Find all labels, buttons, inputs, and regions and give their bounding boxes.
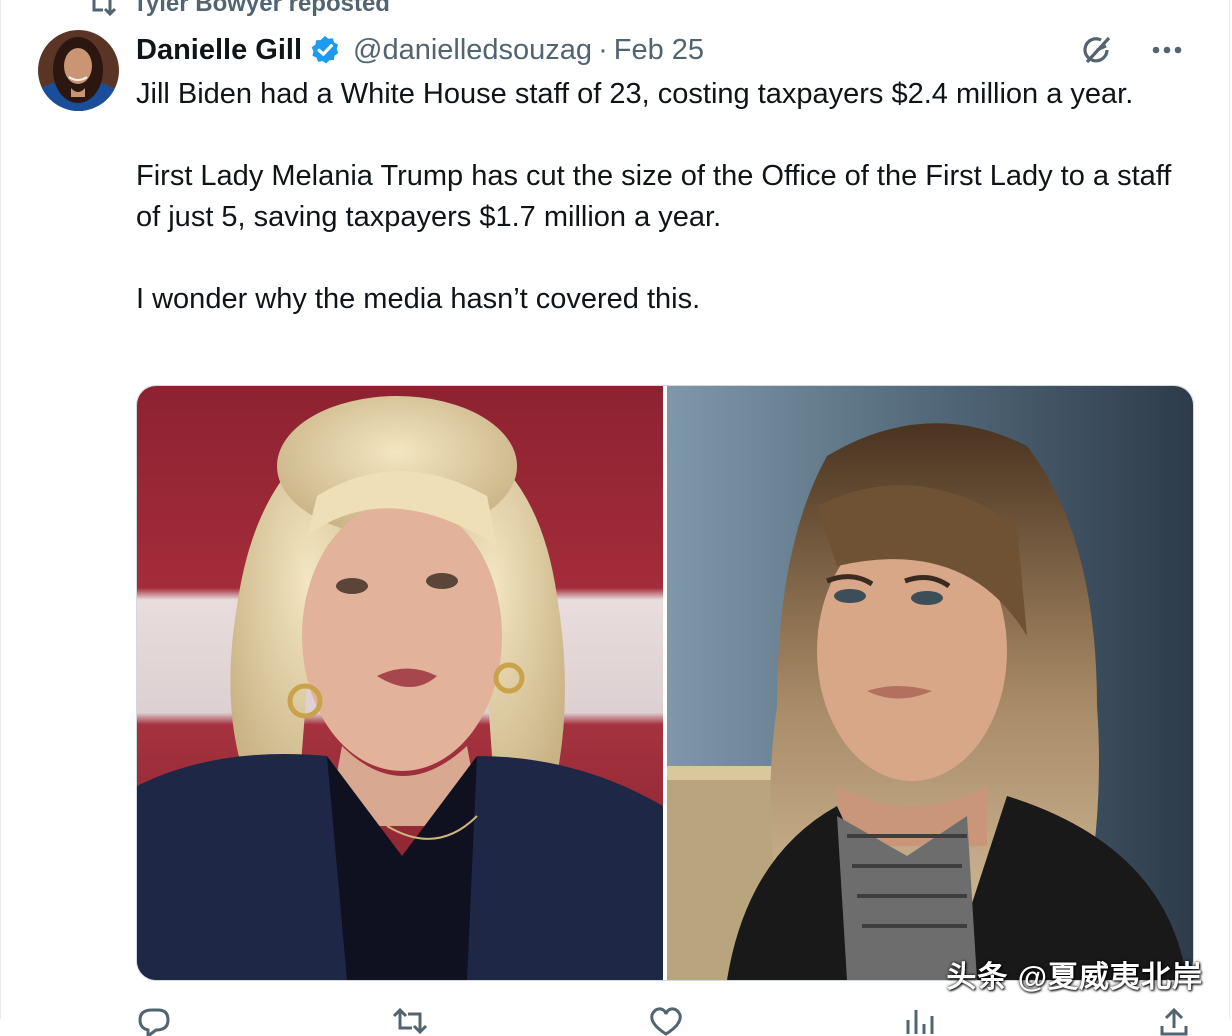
share-button[interactable] [1156,1006,1192,1036]
reply-icon [138,1008,170,1036]
tweet-header-actions [1079,32,1183,68]
share-icon [1160,1007,1188,1036]
views-button[interactable] [902,1006,938,1036]
author-name[interactable]: Danielle Gill [136,34,302,67]
photo-jill-biden [137,386,663,980]
reply-button[interactable] [136,1006,172,1036]
tweet-paragraph: Jill Biden had a White House staff of 23… [136,78,1134,110]
verified-badge-icon[interactable] [309,34,341,66]
repost-button[interactable] [390,1006,430,1036]
tweet-paragraph: First Lady Melania Trump has cut the siz… [136,160,1172,233]
tweet-media[interactable] [136,385,1194,981]
author-handle[interactable]: @danielledsouzag [353,34,592,67]
views-icon [906,1010,934,1034]
tweet-date[interactable]: Feb 25 [614,34,704,67]
grok-icon[interactable] [1079,32,1115,68]
tweet-paragraph: I wonder why the media hasn’t covered th… [136,283,701,315]
watermark: 头条 @夏威夷北岸 [946,961,1203,994]
photo-melania-trump [667,386,1193,980]
like-button[interactable] [648,1006,684,1036]
repost-indicator[interactable]: Tyler Bowyer reposted [85,0,390,18]
retweet-icon [392,1007,428,1035]
heart-icon [650,1007,682,1036]
repost-icon [90,0,117,17]
repost-label: Tyler Bowyer reposted [133,0,390,17]
tweet-text: Jill Biden had a White House staff of 23… [136,74,1201,320]
author-row: Danielle Gill @danielledsouzag · Feb 25 [136,30,704,70]
tweet-container: Tyler Bowyer reposted Danielle Gill @dan… [0,0,1230,1036]
avatar[interactable] [38,30,119,111]
more-icon[interactable] [1151,45,1183,55]
photo-left[interactable] [137,386,663,980]
tweet-action-bar [136,1006,1192,1036]
separator-dot: · [598,33,608,66]
photo-right[interactable] [667,386,1193,980]
